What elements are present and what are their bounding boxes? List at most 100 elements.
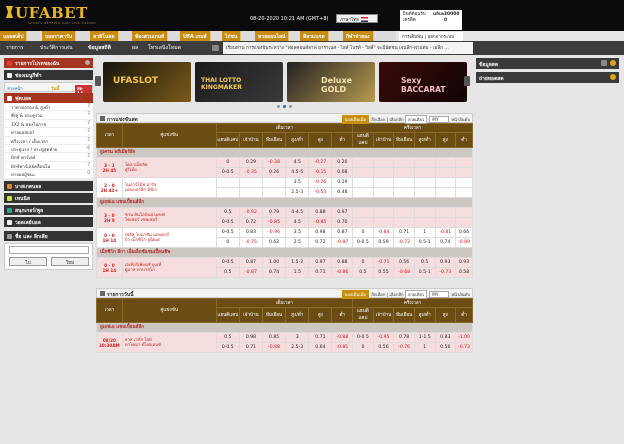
odds-cell[interactable]: -0.92 [238, 207, 264, 218]
nav-lottery[interactable]: หวยออนไลน์ [255, 31, 290, 41]
odds-cell[interactable]: 0.59 [372, 237, 395, 248]
odds-cell[interactable]: 0.74 [262, 267, 287, 278]
banner-deluxe-gold[interactable]: Deluxe GOLD [287, 62, 375, 102]
collapse-icon[interactable] [100, 291, 105, 296]
odds-cell[interactable]: 4.5 [285, 217, 310, 228]
odds-cell[interactable]: -0.81 [434, 227, 457, 238]
league-row[interactable]: ยูเครน พรีเมียร์ลีก [96, 147, 473, 158]
odds-cell[interactable]: 0.71 [238, 342, 264, 353]
odds-cell[interactable]: -0.27 [308, 157, 333, 168]
odds-cell[interactable]: 0.88 [308, 207, 333, 218]
odds-cell[interactable]: 0 [352, 227, 374, 238]
odds-cell[interactable]: 0.85 [262, 332, 287, 343]
nav-list[interactable]: รายการ [6, 44, 24, 52]
list-item[interactable]: ทายผลผู้ชนะ 0 [4, 170, 93, 179]
odds-cell[interactable]: 0.5 [215, 267, 240, 278]
odds-cell[interactable]: 0.55 [372, 267, 395, 278]
page-link[interactable]: หน้าอันดับ [451, 292, 470, 297]
live-stream-bar[interactable]: ถ่ายทอดสด [476, 72, 619, 83]
odds-cell[interactable]: 0.98 [238, 332, 264, 343]
tab-early[interactable]: ล่วงหน้า [7, 87, 23, 92]
banner-prev-icon[interactable] [95, 76, 101, 86]
odds-cell[interactable]: -0.88 [331, 332, 354, 343]
odds-cell[interactable]: -0.89 [455, 237, 473, 248]
match-teams[interactable]: โนอาร์โบ๊ท อาร์จ เมลเบอร์ลีก มิชีเร [121, 177, 217, 198]
odds-cell[interactable]: 0-0.5 [352, 332, 374, 343]
odds-cell[interactable]: 3 [285, 332, 310, 343]
search-go-button[interactable]: ไป [9, 256, 47, 266]
nav-games-room[interactable]: ห้องสวนเกมส์ [132, 31, 169, 41]
odds-cell[interactable]: 0.5-1 [413, 237, 436, 248]
odds-cell[interactable]: -0.72 [393, 237, 415, 248]
odds-cell[interactable]: 0.64 [308, 342, 333, 353]
odds-cell[interactable]: -0.53 [308, 187, 333, 198]
nav-results[interactable]: ผล [132, 44, 138, 52]
odds-cell[interactable]: -0.71 [372, 257, 395, 268]
odds-cell[interactable]: 0.56 [393, 257, 415, 268]
nav-league[interactable]: ลีลาแบกต [300, 31, 329, 41]
odds-cell[interactable]: 0.93 [455, 257, 473, 268]
odds-cell[interactable]: 0.20 [331, 157, 354, 168]
football-bar[interactable]: ฟุตบอล [4, 93, 93, 103]
odds-cell[interactable]: 0.72 [308, 237, 333, 248]
odds-cell[interactable]: 0.83 [238, 227, 264, 238]
odds-cell[interactable]: 0.83 [434, 332, 457, 343]
league-link[interactable]: ลีกเลือก [371, 292, 385, 297]
nav-virtual[interactable]: กีฬาจำลอง [343, 31, 374, 41]
sports-menu-bar[interactable]: ช่องเมนูกีฬา [4, 70, 93, 80]
odds-cell[interactable]: -0.86 [331, 267, 354, 278]
favorites-bar[interactable]: รายการโปรดของฉัน [4, 58, 93, 68]
odds-cell[interactable]: 0 [215, 157, 240, 168]
sport-tennis[interactable]: เทนนิส [4, 192, 93, 203]
odds-cell[interactable]: 0.26 [262, 167, 287, 178]
odds-cell[interactable]: -0.95 [372, 332, 395, 343]
odds-button[interactable]: บอลเต็มเม็ด [341, 115, 370, 124]
list-item[interactable]: ทายผลสกอร์ 7 [4, 128, 93, 137]
nav-cockfight[interactable]: ไก่ชน [222, 31, 242, 41]
odds-cell[interactable]: -0.35 [238, 167, 264, 178]
odds-cell[interactable]: 3.5 [285, 177, 310, 188]
odds-cell[interactable]: 0 [352, 257, 374, 268]
odds-cell[interactable]: 0.78 [393, 332, 415, 343]
odds-cell[interactable]: -0.68 [393, 267, 415, 278]
odds-cell[interactable]: 0 [215, 237, 240, 248]
league-row[interactable]: ยูเอฟเอ แชมเปี้ยนส์ลีก [96, 197, 473, 208]
odds-cell[interactable]: -0.88 [262, 342, 287, 353]
match-teams[interactable]: ลาส เวกัส ไลท์ ทาโคมา ดีไฟแอนซ์ [121, 332, 217, 353]
odds-cell[interactable]: -0.76 [393, 342, 415, 353]
dot[interactable] [289, 105, 292, 108]
odds-cell[interactable]: -0.73 [455, 342, 473, 353]
odds-cell[interactable]: 2.5 [285, 237, 310, 248]
nav-ufa-games[interactable]: UFA เกมส์ [180, 31, 211, 41]
odds-cell[interactable]: 1.00 [262, 257, 287, 268]
page-link[interactable]: หน้าอันดับ [451, 117, 470, 122]
league-row[interactable]: ยูเอฟเอ แชมเปี้ยนส์ลีก [96, 322, 473, 333]
chevron-icon[interactable] [610, 74, 616, 80]
dot[interactable] [277, 105, 280, 108]
logout-link[interactable]: ออกจากระบบ [428, 35, 455, 40]
odds-button[interactable]: บอลเต็มเม็ด [341, 290, 370, 299]
banner-next-icon[interactable] [464, 76, 470, 86]
banner-sexy-baccarat[interactable]: Sexy BACCARAT [379, 62, 467, 102]
odds-cell[interactable]: 0.5 [352, 267, 374, 278]
list-item[interactable]: ครึ่งเวลา / เต็มเวลา 7 [4, 136, 93, 145]
sport-basketball[interactable]: บาสเกตบอล [4, 180, 93, 191]
list-item[interactable]: ประตูแรก / ประตูสุดท้าย 6 [4, 144, 93, 154]
odds-cell[interactable]: 0.98 [308, 227, 333, 238]
odds-cell[interactable]: 0.93 [434, 257, 457, 268]
language-select[interactable]: ภาษาไทย [336, 14, 378, 23]
odds-cell[interactable]: -0.85 [308, 217, 333, 228]
logo[interactable]: UFABET [6, 4, 88, 22]
odds-cell[interactable]: -0.75 [238, 237, 264, 248]
odds-cell[interactable]: 2.5-3 [285, 342, 310, 353]
odds-cell[interactable]: 0.71 [308, 267, 333, 278]
odds-cell[interactable]: 1.5-2 [285, 257, 310, 268]
odds-cell[interactable]: -0.85 [262, 217, 287, 228]
odds-cell[interactable]: -0.87 [331, 237, 354, 248]
odds-cell[interactable]: -0.15 [308, 167, 333, 178]
odds-cell[interactable]: 0-0.5 [215, 217, 240, 228]
select-league-link[interactable]: เลือกลีก [389, 292, 403, 297]
odds-cell[interactable]: 0.5 [215, 332, 240, 343]
odds-cell[interactable]: 0.87 [331, 227, 354, 238]
odds-cell[interactable]: -0.73 [434, 267, 457, 278]
